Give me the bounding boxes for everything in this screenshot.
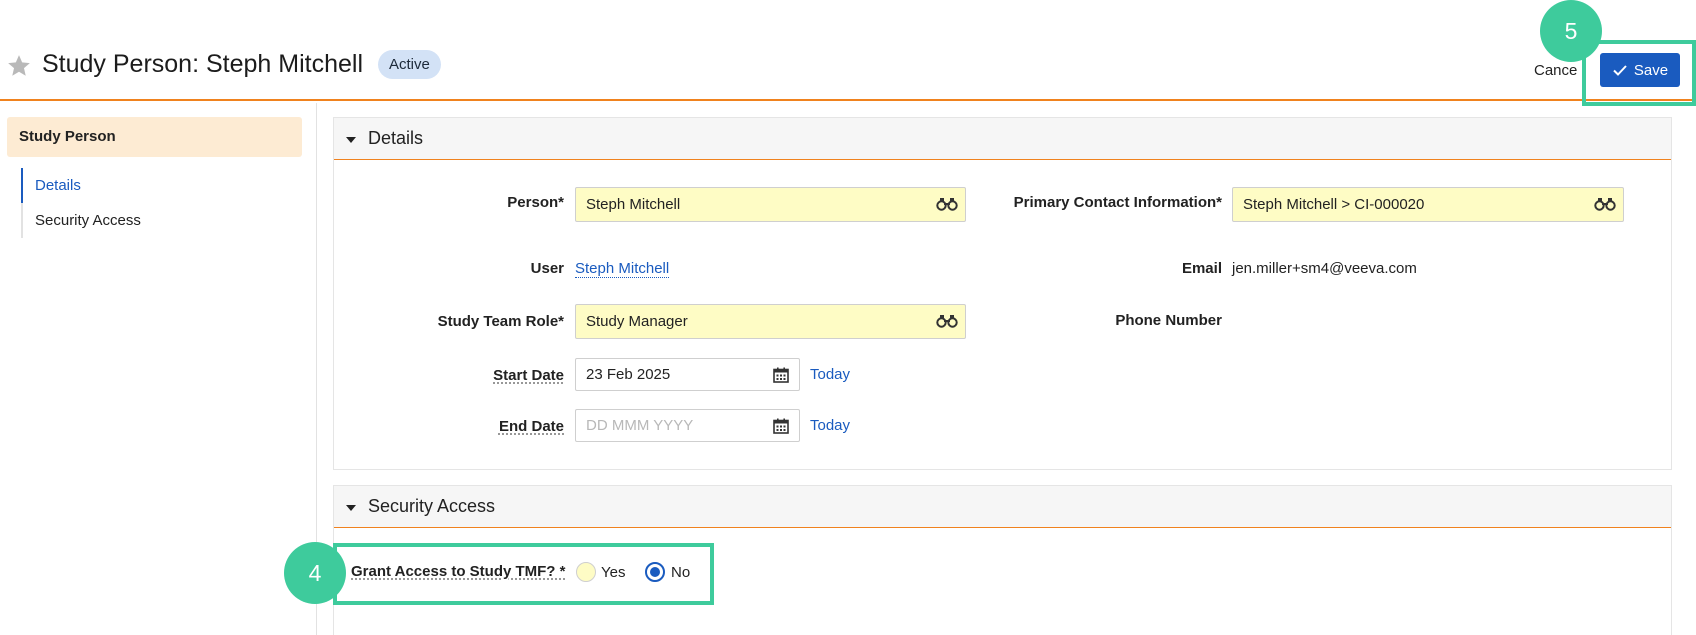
step-5-badge: 5 xyxy=(1540,0,1602,62)
phone-number-label: Phone Number xyxy=(1115,312,1222,329)
person-label: Person* xyxy=(507,194,564,211)
study-team-role-value: Study Manager xyxy=(586,313,688,330)
study-team-role-label: Study Team Role* xyxy=(437,313,564,330)
sidebar-item-security-access[interactable]: Security Access xyxy=(23,203,301,238)
grant-access-label: Grant Access to Study TMF? * xyxy=(351,563,566,580)
email-value: jen.miller+sm4@veeva.com xyxy=(1232,260,1417,277)
page-title: Study Person: Steph Mitchell xyxy=(42,50,363,78)
binoculars-icon[interactable] xyxy=(1594,197,1616,211)
details-section-header[interactable]: Details xyxy=(334,118,1671,160)
sidebar-nav: Details Security Access xyxy=(21,168,301,238)
status-badge: Active xyxy=(378,50,441,79)
person-value: Steph Mitchell xyxy=(586,196,681,213)
start-date-input[interactable]: 23 Feb 2025 xyxy=(575,358,800,391)
sidebar: Study Person Details Security Access xyxy=(0,103,317,635)
end-date-placeholder: DD MMM YYYY xyxy=(586,417,694,434)
end-date-today-link[interactable]: Today xyxy=(810,417,850,434)
binoculars-icon[interactable] xyxy=(936,197,958,211)
grant-access-no-radio[interactable] xyxy=(645,562,665,582)
user-link[interactable]: Steph Mitchell xyxy=(575,260,670,278)
grant-access-yes-radio[interactable] xyxy=(576,562,596,582)
binoculars-icon[interactable] xyxy=(936,314,958,328)
end-date-label: End Date xyxy=(498,418,564,435)
email-label: Email xyxy=(1181,260,1222,277)
step-4-badge: 4 xyxy=(284,542,346,604)
calendar-icon[interactable] xyxy=(773,418,789,434)
primary-contact-label: Primary Contact Information* xyxy=(1013,194,1222,211)
caret-down-icon xyxy=(346,136,356,143)
calendar-icon[interactable] xyxy=(773,367,789,383)
start-date-value: 23 Feb 2025 xyxy=(586,366,671,383)
grant-access-yes-label[interactable]: Yes xyxy=(601,564,625,581)
primary-contact-value: Steph Mitchell > CI-000020 xyxy=(1243,196,1425,213)
start-date-label: Start Date xyxy=(493,367,564,384)
security-access-section-title: Security Access xyxy=(368,496,496,516)
study-team-role-field[interactable]: Study Manager xyxy=(575,304,966,339)
user-label: User xyxy=(530,260,564,277)
star-icon[interactable] xyxy=(6,53,32,79)
person-field[interactable]: Steph Mitchell xyxy=(575,187,966,222)
security-access-section-header[interactable]: Security Access xyxy=(334,486,1671,528)
page-header: Study Person: Steph Mitchell Active Canc… xyxy=(0,0,1696,101)
sidebar-header[interactable]: Study Person xyxy=(7,117,302,157)
start-date-today-link[interactable]: Today xyxy=(810,366,850,383)
end-date-input[interactable]: DD MMM YYYY xyxy=(575,409,800,442)
sidebar-item-details[interactable]: Details xyxy=(21,168,301,203)
save-callout-box xyxy=(1582,40,1696,106)
primary-contact-field[interactable]: Steph Mitchell > CI-000020 xyxy=(1232,187,1624,222)
details-section-title: Details xyxy=(368,128,424,148)
grant-access-no-label[interactable]: No xyxy=(671,564,690,581)
cancel-button[interactable]: Cancel xyxy=(1534,62,1578,79)
caret-down-icon xyxy=(346,504,356,511)
